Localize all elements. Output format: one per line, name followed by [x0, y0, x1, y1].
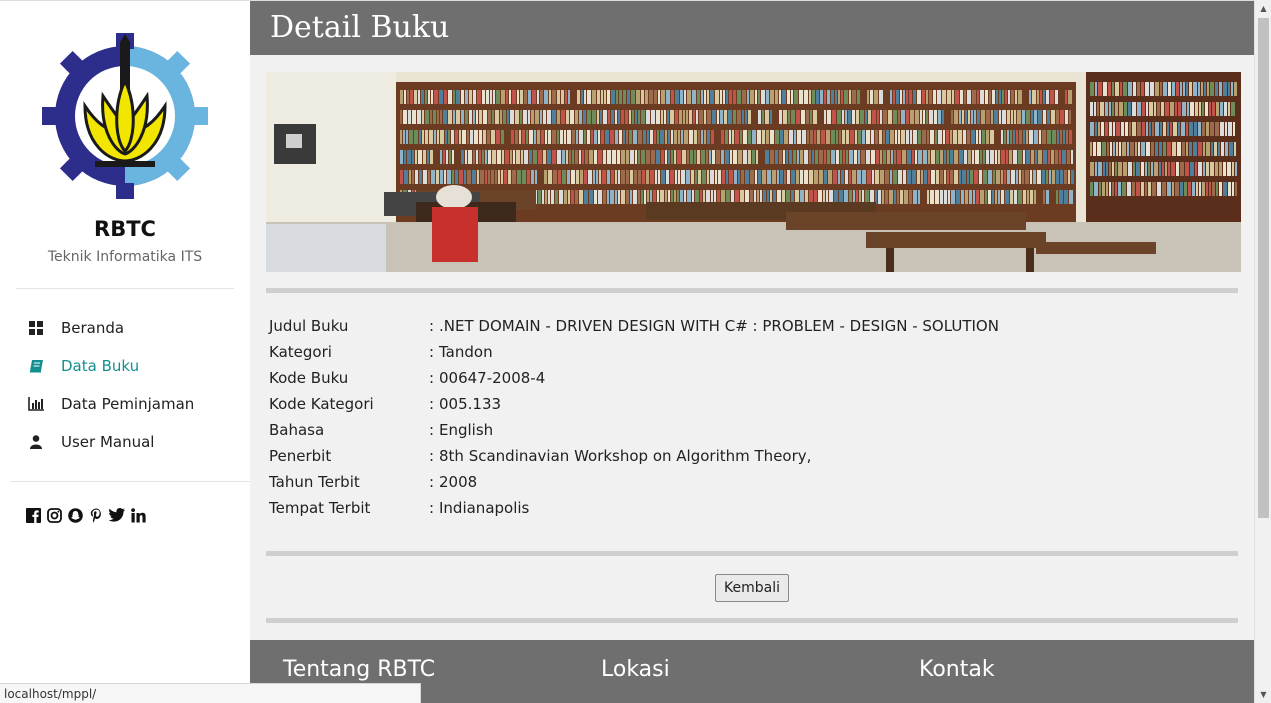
divider [10, 481, 250, 482]
snapchat-icon[interactable] [67, 507, 83, 523]
detail-row: Judul Buku : .NET DOMAIN - DRIVEN DESIGN… [269, 313, 999, 339]
library-banner-image [266, 72, 1241, 272]
detail-value: English [439, 421, 494, 439]
detail-value: 8th Scandinavian Workshop on Algorithm T… [439, 447, 812, 465]
footer-heading-contact: Kontak [919, 657, 995, 682]
detail-label: Kode Buku [269, 369, 349, 387]
back-button[interactable]: Kembali [715, 574, 789, 602]
social-links [25, 507, 146, 523]
detail-value: Indianapolis [439, 499, 530, 517]
detail-label: Tahun Terbit [269, 473, 360, 491]
detail-row: Tempat Terbit : Indianapolis [269, 495, 999, 521]
dashboard-icon [28, 320, 44, 336]
link-status-bar: localhost/mppl/ [0, 683, 421, 703]
divider [266, 551, 1238, 556]
footer-heading-location: Lokasi [601, 657, 670, 682]
detail-row: Kode Kategori : 005.133 [269, 391, 999, 417]
divider [266, 288, 1238, 293]
scroll-down-arrow-icon[interactable]: ▼ [1255, 686, 1271, 703]
book-details: Judul Buku : .NET DOMAIN - DRIVEN DESIGN… [269, 313, 999, 521]
sidebar-item-user-manual[interactable]: User Manual [0, 423, 250, 461]
detail-value: .NET DOMAIN - DRIVEN DESIGN WITH C# : PR… [439, 317, 999, 335]
detail-row: Kategori : Tandon [269, 339, 999, 365]
detail-separator: : [429, 421, 435, 439]
detail-value: 00647-2008-4 [439, 369, 546, 387]
sidebar: RBTC Teknik Informatika ITS Beranda Data… [0, 0, 250, 703]
detail-value: 2008 [439, 473, 478, 491]
vertical-scrollbar[interactable]: ▲ ▼ [1254, 0, 1271, 703]
its-logo [42, 33, 208, 199]
sidebar-item-label: User Manual [61, 433, 155, 451]
divider [16, 288, 234, 289]
detail-separator: : [429, 499, 435, 517]
detail-label: Kategori [269, 343, 332, 361]
detail-label: Penerbit [269, 447, 332, 465]
detail-value: 005.133 [439, 395, 502, 413]
sidebar-item-label: Data Peminjaman [61, 395, 195, 413]
detail-label: Tempat Terbit [269, 499, 371, 517]
detail-separator: : [429, 473, 435, 491]
divider [266, 618, 1238, 623]
pinterest-icon[interactable] [88, 507, 104, 523]
detail-separator: : [429, 317, 435, 335]
detail-row: Tahun Terbit : 2008 [269, 469, 999, 495]
detail-label: Judul Buku [269, 317, 349, 335]
detail-separator: : [429, 369, 435, 387]
detail-separator: : [429, 447, 435, 465]
detail-label: Kode Kategori [269, 395, 374, 413]
detail-separator: : [429, 395, 435, 413]
scroll-thumb[interactable] [1258, 18, 1269, 518]
sidebar-item-data-peminjaman[interactable]: Data Peminjaman [0, 385, 250, 423]
sidebar-item-beranda[interactable]: Beranda [0, 309, 250, 347]
sidebar-item-label: Beranda [61, 319, 125, 337]
brand-name: RBTC [94, 217, 156, 241]
sidebar-item-data-buku[interactable]: Data Buku [0, 347, 250, 385]
bar-chart-icon [28, 396, 44, 412]
detail-row: Kode Buku : 00647-2008-4 [269, 365, 999, 391]
sidebar-nav: Beranda Data Buku Data Peminjaman User M… [0, 309, 250, 461]
page-header: Detail Buku [250, 0, 1254, 55]
brand-subtitle: Teknik Informatika ITS [47, 249, 203, 265]
page-title: Detail Buku [270, 10, 450, 45]
detail-value: Tandon [439, 343, 493, 361]
detail-row: Bahasa : English [269, 417, 999, 443]
linkedin-icon[interactable] [130, 507, 146, 523]
sidebar-item-label: Data Buku [61, 357, 140, 375]
twitter-icon[interactable] [109, 507, 125, 523]
detail-separator: : [429, 343, 435, 361]
scroll-up-arrow-icon[interactable]: ▲ [1255, 0, 1271, 17]
user-icon [28, 434, 44, 450]
detail-label: Bahasa [269, 421, 325, 439]
detail-row: Penerbit : 8th Scandinavian Workshop on … [269, 443, 999, 469]
facebook-icon[interactable] [25, 507, 41, 523]
footer-heading-about: Tentang RBTC [283, 657, 436, 682]
instagram-icon[interactable] [46, 507, 62, 523]
book-icon [28, 358, 44, 374]
